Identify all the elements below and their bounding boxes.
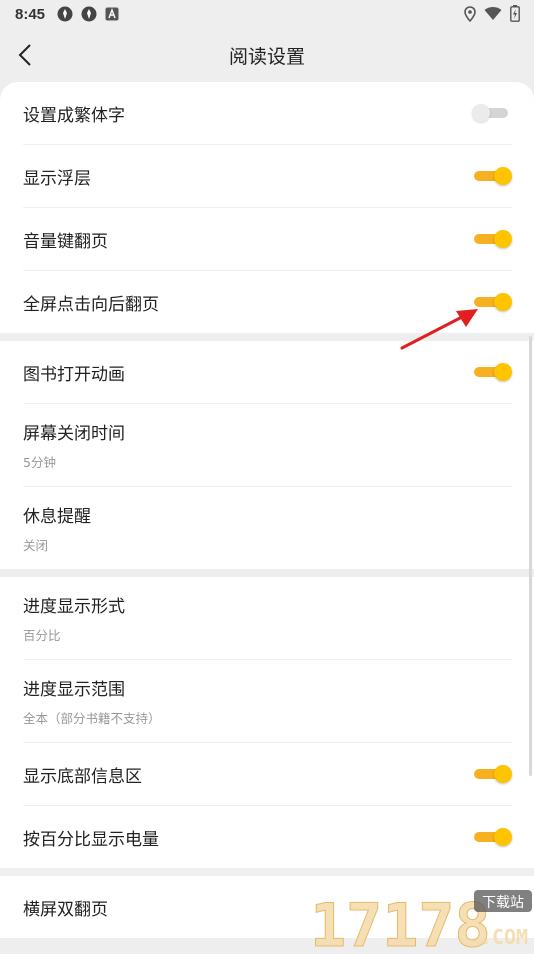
settings-app-icon [81,6,97,22]
settings-group: 图书打开动画 屏幕关闭时间 5分钟 休息提醒 关闭 [0,341,534,569]
battery-icon [510,5,520,22]
setting-label: 显示底部信息区 [23,766,142,787]
setting-show-bottom-info[interactable]: 显示底部信息区 [23,743,512,806]
red-arrow-icon [400,309,478,350]
volume-key-page-turn-toggle[interactable] [472,229,512,249]
location-icon [464,5,476,22]
status-bar: 8:45 [0,0,534,28]
a-box-icon [105,7,119,21]
setting-label: 显示浮层 [23,168,91,189]
traditional-chinese-toggle[interactable] [472,103,512,123]
status-right-icons [464,5,520,22]
page-title: 阅读设置 [228,46,305,68]
setting-label: 进度显示形式 [23,597,125,617]
setting-volume-key-page-turn[interactable]: 音量键翻页 [23,208,512,271]
setting-label: 进度显示范围 [23,680,125,700]
settings-list: 设置成繁体字 显示浮层 音量键翻页 全屏点击向后翻页 图书打开动画 屏幕关闭时间… [0,82,534,950]
setting-progress-format[interactable]: 进度显示形式 百分比 [23,577,512,660]
app-header: 阅读设置 [0,28,534,82]
setting-label: 音量键翻页 [23,231,108,252]
wifi-icon [484,7,502,20]
battery-percent-toggle[interactable] [472,827,512,847]
setting-show-overlay[interactable]: 显示浮层 [23,145,512,208]
watermark-logo: 17178 [310,891,491,950]
setting-label: 全屏点击向后翻页 [23,294,159,315]
setting-traditional-chinese[interactable]: 设置成繁体字 [23,82,512,145]
setting-label: 设置成繁体字 [23,105,125,126]
setting-value: 5分钟 [23,455,56,470]
settings-app-icon [57,6,73,22]
status-time: 8:45 [15,5,46,23]
settings-group: 进度显示形式 百分比 进度显示范围 全本（部分书籍不支持） 显示底部信息区 按百… [0,577,534,868]
setting-screen-off-time[interactable]: 屏幕关闭时间 5分钟 [23,404,512,487]
settings-group: 设置成繁体字 显示浮层 音量键翻页 全屏点击向后翻页 [0,82,534,333]
watermark-badge: 下载站 [482,895,524,911]
setting-battery-percent[interactable]: 按百分比显示电量 [23,806,512,868]
show-bottom-info-toggle[interactable] [472,764,512,784]
setting-value: 关闭 [23,538,49,553]
setting-label: 按百分比显示电量 [23,829,159,850]
setting-label: 屏幕关闭时间 [23,424,125,444]
setting-value: 全本（部分书籍不支持） [23,711,161,726]
setting-label: 休息提醒 [23,507,91,527]
status-left-icons [57,6,119,22]
scrollbar[interactable] [529,336,532,776]
book-open-animation-toggle[interactable] [472,362,512,382]
setting-value: 百分比 [23,628,61,643]
setting-label: 图书打开动画 [23,364,125,385]
setting-progress-range[interactable]: 进度显示范围 全本（部分书籍不支持） [23,660,512,743]
watermark-suffix: .COM [480,925,528,949]
watermark: 17178 下载站 .COM [308,886,534,954]
setting-rest-reminder[interactable]: 休息提醒 关闭 [23,487,512,569]
show-overlay-toggle[interactable] [472,166,512,186]
setting-label: 横屏双翻页 [23,899,108,920]
